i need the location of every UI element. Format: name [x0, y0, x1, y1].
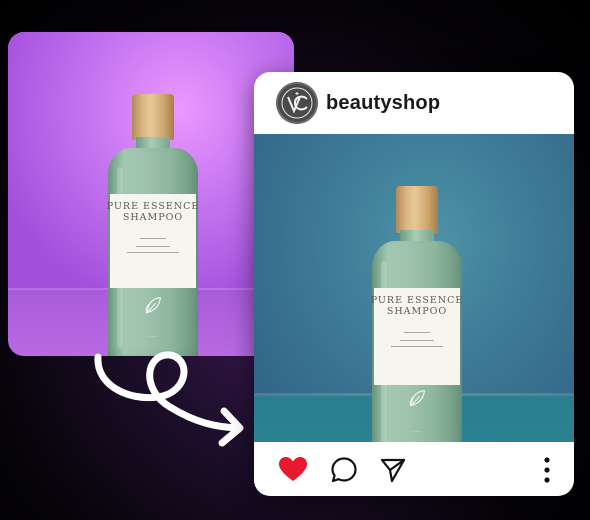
product-name-line2: SHAMPOO: [122, 211, 184, 223]
product-name-line2: SHAMPOO: [386, 306, 448, 318]
source-product-photo: PURE ESSENCE SHAMPOO ······: [8, 32, 294, 356]
shampoo-bottle: PURE ESSENCE SHAMPOO ······: [371, 186, 462, 442]
avatar[interactable]: [276, 82, 318, 124]
bottle-label: PURE ESSENCE SHAMPOO: [371, 288, 462, 385]
bamboo-cap: [395, 186, 439, 233]
leaf-icon: [145, 296, 162, 314]
username[interactable]: beautyshop: [326, 92, 440, 115]
heart-icon[interactable]: [279, 457, 307, 483]
bamboo-cap: [131, 94, 175, 140]
leaf-icon: [409, 390, 426, 407]
bottle-label: PURE ESSENCE SHAMPOO: [107, 193, 198, 289]
social-post-card: beautyshop PURE ESSENCE SHAMPOO ······: [254, 72, 574, 496]
post-header: beautyshop: [254, 72, 574, 134]
comment-icon[interactable]: [330, 456, 358, 484]
send-icon[interactable]: [379, 456, 407, 484]
post-action-bar: [254, 442, 574, 496]
shampoo-bottle: PURE ESSENCE SHAMPOO ······: [107, 94, 198, 356]
more-vertical-icon[interactable]: [541, 456, 553, 484]
monogram-logo-icon: [281, 87, 313, 119]
post-product-photo: PURE ESSENCE SHAMPOO ······: [254, 134, 574, 442]
transform-arrow-icon: [94, 351, 244, 447]
